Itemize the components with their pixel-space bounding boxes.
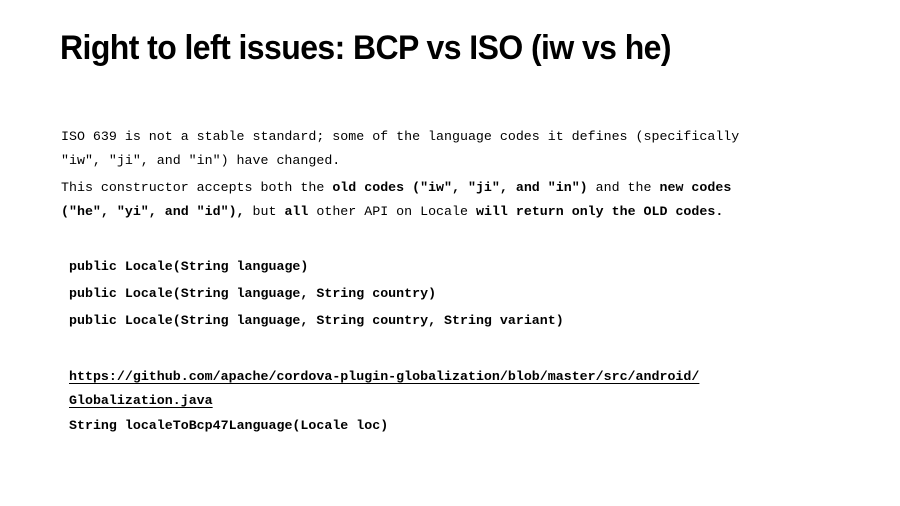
plain-text: This constructor accepts both the [61,180,333,195]
constructor-signature-3: public Locale(String language, String co… [69,313,564,328]
constructor-signature-1: public Locale(String language) [69,259,309,274]
link-line-1[interactable]: https://github.com/apache/cordova-plugin… [69,369,699,384]
link-line-2[interactable]: Globalization.java [69,393,213,408]
bold-text-old-codes: old codes ("iw", "ji", and "in") [332,180,588,195]
bold-text-new-codes-list: ("he", "yi", and "id"), [61,204,245,219]
plain-text: but [244,204,285,219]
bold-text-old-codes-return: will return only the OLD codes. [475,204,724,219]
paragraph-line: "iw", "ji", and "in") have changed. [61,153,341,168]
plain-text: other API on Locale [308,204,476,219]
constructor-codes-paragraph: This constructor accepts both the old co… [61,176,731,224]
method-signature: String localeToBcp47Language(Locale loc) [69,418,389,433]
github-globalization-link[interactable]: https://github.com/apache/cordova-plugin… [69,365,699,413]
paragraph-line: ISO 639 is not a stable standard; some o… [61,129,740,144]
iso-stability-paragraph: ISO 639 is not a stable standard; some o… [61,125,739,173]
bold-text-new-codes: new codes [659,180,732,195]
constructor-signature-2: public Locale(String language, String co… [69,286,437,301]
plain-text: and the [587,180,660,195]
bold-text-all: all [284,204,309,219]
slide-title: Right to left issues: BCP vs ISO (iw vs … [60,29,672,67]
